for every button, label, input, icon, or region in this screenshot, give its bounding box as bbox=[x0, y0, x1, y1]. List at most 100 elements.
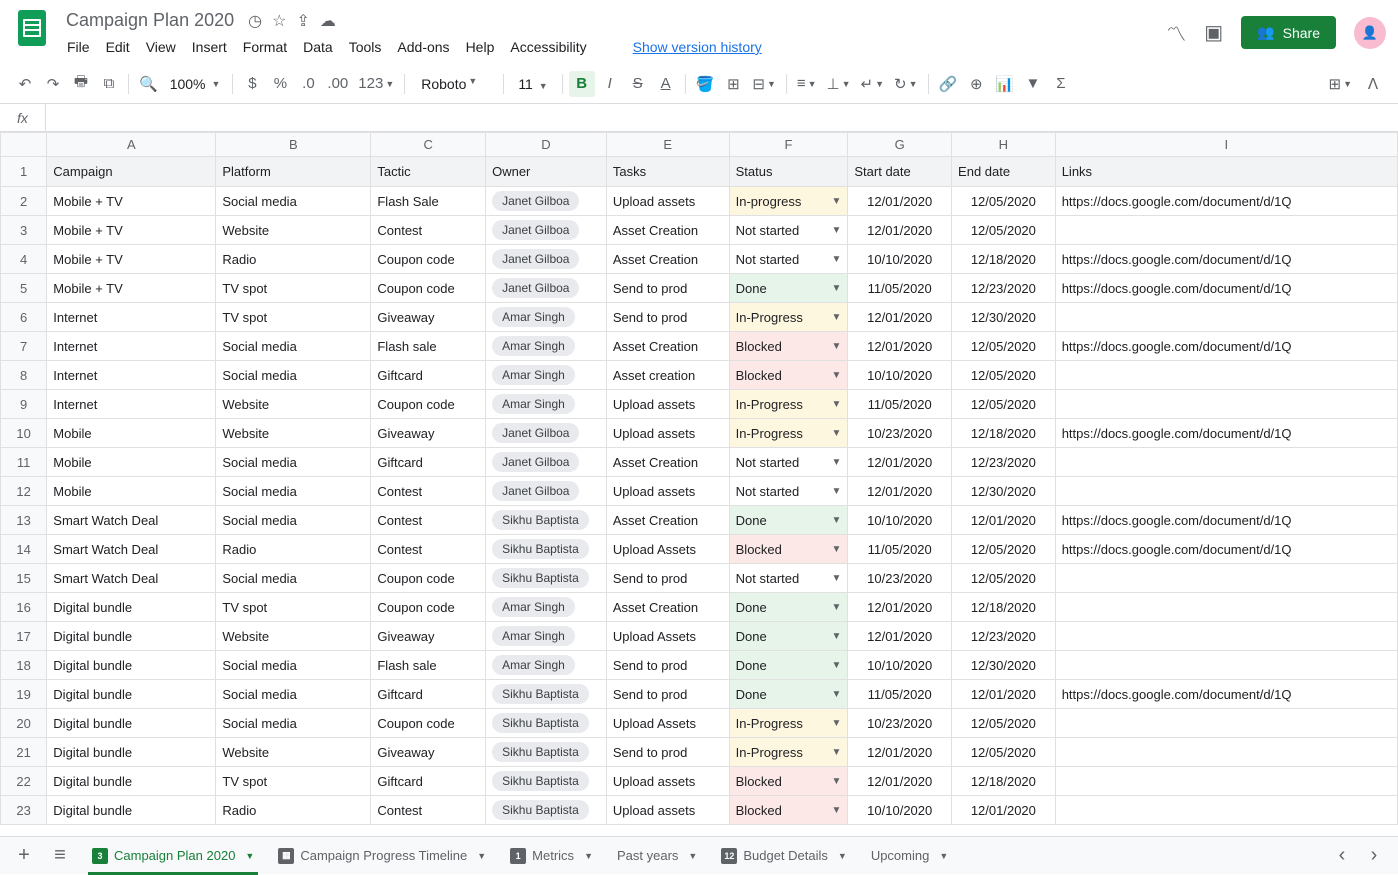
cell-tactic[interactable]: Coupon code bbox=[371, 390, 486, 419]
cell-end-date[interactable]: 12/01/2020 bbox=[952, 796, 1056, 825]
cell-tactic[interactable]: Giftcard bbox=[371, 767, 486, 796]
cell-status[interactable]: Blocked▼ bbox=[729, 535, 848, 564]
cell-status[interactable]: Blocked▼ bbox=[729, 332, 848, 361]
cell-campaign[interactable]: Mobile + TV bbox=[47, 274, 216, 303]
cell-owner[interactable]: Amar Singh bbox=[486, 651, 607, 680]
sheet-tab[interactable]: ▦Campaign Progress Timeline▼ bbox=[266, 837, 498, 875]
menu-format[interactable]: Format bbox=[236, 35, 294, 59]
chevron-down-icon[interactable]: ▼ bbox=[831, 573, 841, 584]
zoom-icon[interactable]: 🔍 bbox=[135, 71, 162, 97]
row-header-5[interactable]: 5 bbox=[1, 274, 47, 303]
cell-tasks[interactable]: Send to prod bbox=[606, 303, 729, 332]
cell-campaign[interactable]: Digital bundle bbox=[47, 767, 216, 796]
cell-end-date[interactable]: 12/18/2020 bbox=[952, 245, 1056, 274]
cell-links[interactable] bbox=[1055, 448, 1397, 477]
chevron-down-icon[interactable]: ▼ bbox=[838, 851, 847, 861]
cell-platform[interactable]: Social media bbox=[216, 506, 371, 535]
chevron-down-icon[interactable]: ▼ bbox=[831, 486, 841, 497]
cell-owner[interactable]: Sikhu Baptista bbox=[486, 738, 607, 767]
cell-tactic[interactable]: Contest bbox=[371, 477, 486, 506]
chevron-down-icon[interactable]: ▼ bbox=[245, 851, 254, 861]
cell-campaign[interactable]: Digital bundle bbox=[47, 738, 216, 767]
cell-status[interactable]: Not started▼ bbox=[729, 477, 848, 506]
owner-chip[interactable]: Amar Singh bbox=[492, 626, 575, 646]
header-cell[interactable]: End date bbox=[952, 157, 1056, 187]
fill-color-button[interactable]: 🪣 bbox=[692, 71, 719, 97]
currency-button[interactable]: $ bbox=[239, 71, 265, 97]
cell-platform[interactable]: Radio bbox=[216, 245, 371, 274]
cell-platform[interactable]: Website bbox=[216, 216, 371, 245]
cell-campaign[interactable]: Internet bbox=[47, 390, 216, 419]
owner-chip[interactable]: Janet Gilboa bbox=[492, 278, 579, 298]
cell-start-date[interactable]: 12/01/2020 bbox=[848, 332, 952, 361]
chevron-down-icon[interactable]: ▼ bbox=[831, 718, 841, 729]
chevron-down-icon[interactable]: ▼ bbox=[831, 312, 841, 323]
cell-tasks[interactable]: Asset creation bbox=[606, 361, 729, 390]
cell-platform[interactable]: Social media bbox=[216, 332, 371, 361]
cell-owner[interactable]: Janet Gilboa bbox=[486, 419, 607, 448]
row-header-9[interactable]: 9 bbox=[1, 390, 47, 419]
redo-button[interactable]: ↷ bbox=[40, 71, 66, 97]
sheet-tab[interactable]: Past years▼ bbox=[605, 837, 709, 875]
cell-owner[interactable]: Amar Singh bbox=[486, 361, 607, 390]
cell-owner[interactable]: Janet Gilboa bbox=[486, 274, 607, 303]
cell-start-date[interactable]: 10/10/2020 bbox=[848, 245, 952, 274]
cell-owner[interactable]: Amar Singh bbox=[486, 622, 607, 651]
cell-start-date[interactable]: 12/01/2020 bbox=[848, 593, 952, 622]
cell-status[interactable]: In-Progress▼ bbox=[729, 390, 848, 419]
filter-button[interactable]: ▼ bbox=[1020, 71, 1046, 97]
owner-chip[interactable]: Janet Gilboa bbox=[492, 191, 579, 211]
cell-links[interactable] bbox=[1055, 593, 1397, 622]
cell-owner[interactable]: Sikhu Baptista bbox=[486, 506, 607, 535]
cell-end-date[interactable]: 12/05/2020 bbox=[952, 187, 1056, 216]
row-header-6[interactable]: 6 bbox=[1, 303, 47, 332]
cell-end-date[interactable]: 12/30/2020 bbox=[952, 651, 1056, 680]
owner-chip[interactable]: Amar Singh bbox=[492, 365, 575, 385]
cell-platform[interactable]: Social media bbox=[216, 448, 371, 477]
menu-edit[interactable]: Edit bbox=[99, 35, 137, 59]
cell-links[interactable]: https://docs.google.com/document/d/1Q bbox=[1055, 535, 1397, 564]
cell-campaign[interactable]: Smart Watch Deal bbox=[47, 564, 216, 593]
grid-container[interactable]: ABCDEFGHI 1CampaignPlatformTacticOwnerTa… bbox=[0, 132, 1398, 836]
cell-campaign[interactable]: Digital bundle bbox=[47, 709, 216, 738]
column-header-B[interactable]: B bbox=[216, 133, 371, 157]
cell-owner[interactable]: Janet Gilboa bbox=[486, 448, 607, 477]
view-grid-button[interactable]: ⊞▼ bbox=[1325, 71, 1357, 97]
cell-tactic[interactable]: Giftcard bbox=[371, 448, 486, 477]
add-sheet-button[interactable]: + bbox=[8, 840, 40, 872]
cell-platform[interactable]: Website bbox=[216, 419, 371, 448]
cell-tactic[interactable]: Coupon code bbox=[371, 564, 486, 593]
cell-links[interactable] bbox=[1055, 738, 1397, 767]
cell-links[interactable]: https://docs.google.com/document/d/1Q bbox=[1055, 680, 1397, 709]
cell-end-date[interactable]: 12/23/2020 bbox=[952, 274, 1056, 303]
cell-status[interactable]: Done▼ bbox=[729, 593, 848, 622]
menu-accessibility[interactable]: Accessibility bbox=[503, 35, 593, 59]
cell-tasks[interactable]: Upload assets bbox=[606, 187, 729, 216]
cell-tasks[interactable]: Upload assets bbox=[606, 419, 729, 448]
cell-end-date[interactable]: 12/18/2020 bbox=[952, 419, 1056, 448]
chevron-down-icon[interactable]: ▼ bbox=[831, 631, 841, 642]
move-icon[interactable]: ⇪ bbox=[296, 11, 309, 31]
chevron-down-icon[interactable]: ▼ bbox=[477, 851, 486, 861]
valign-button[interactable]: ⊥▼ bbox=[823, 71, 855, 97]
menu-add-ons[interactable]: Add-ons bbox=[390, 35, 456, 59]
chevron-down-icon[interactable]: ▼ bbox=[831, 399, 841, 410]
chart-button[interactable]: 📊 bbox=[991, 71, 1018, 97]
cell-tasks[interactable]: Send to prod bbox=[606, 274, 729, 303]
bold-button[interactable]: B bbox=[569, 71, 595, 97]
cell-start-date[interactable]: 12/01/2020 bbox=[848, 622, 952, 651]
row-header-3[interactable]: 3 bbox=[1, 216, 47, 245]
chevron-down-icon[interactable]: ▼ bbox=[831, 689, 841, 700]
cell-platform[interactable]: TV spot bbox=[216, 274, 371, 303]
cell-status[interactable]: In-Progress▼ bbox=[729, 709, 848, 738]
cell-start-date[interactable]: 12/01/2020 bbox=[848, 477, 952, 506]
cell-status[interactable]: Not started▼ bbox=[729, 564, 848, 593]
cell-tasks[interactable]: Asset Creation bbox=[606, 506, 729, 535]
chevron-down-icon[interactable]: ▼ bbox=[831, 196, 841, 207]
owner-chip[interactable]: Amar Singh bbox=[492, 655, 575, 675]
cell-start-date[interactable]: 12/01/2020 bbox=[848, 738, 952, 767]
row-header-7[interactable]: 7 bbox=[1, 332, 47, 361]
zoom-select[interactable]: 100%▼ bbox=[164, 76, 227, 92]
cell-links[interactable] bbox=[1055, 767, 1397, 796]
cell-campaign[interactable]: Mobile + TV bbox=[47, 245, 216, 274]
